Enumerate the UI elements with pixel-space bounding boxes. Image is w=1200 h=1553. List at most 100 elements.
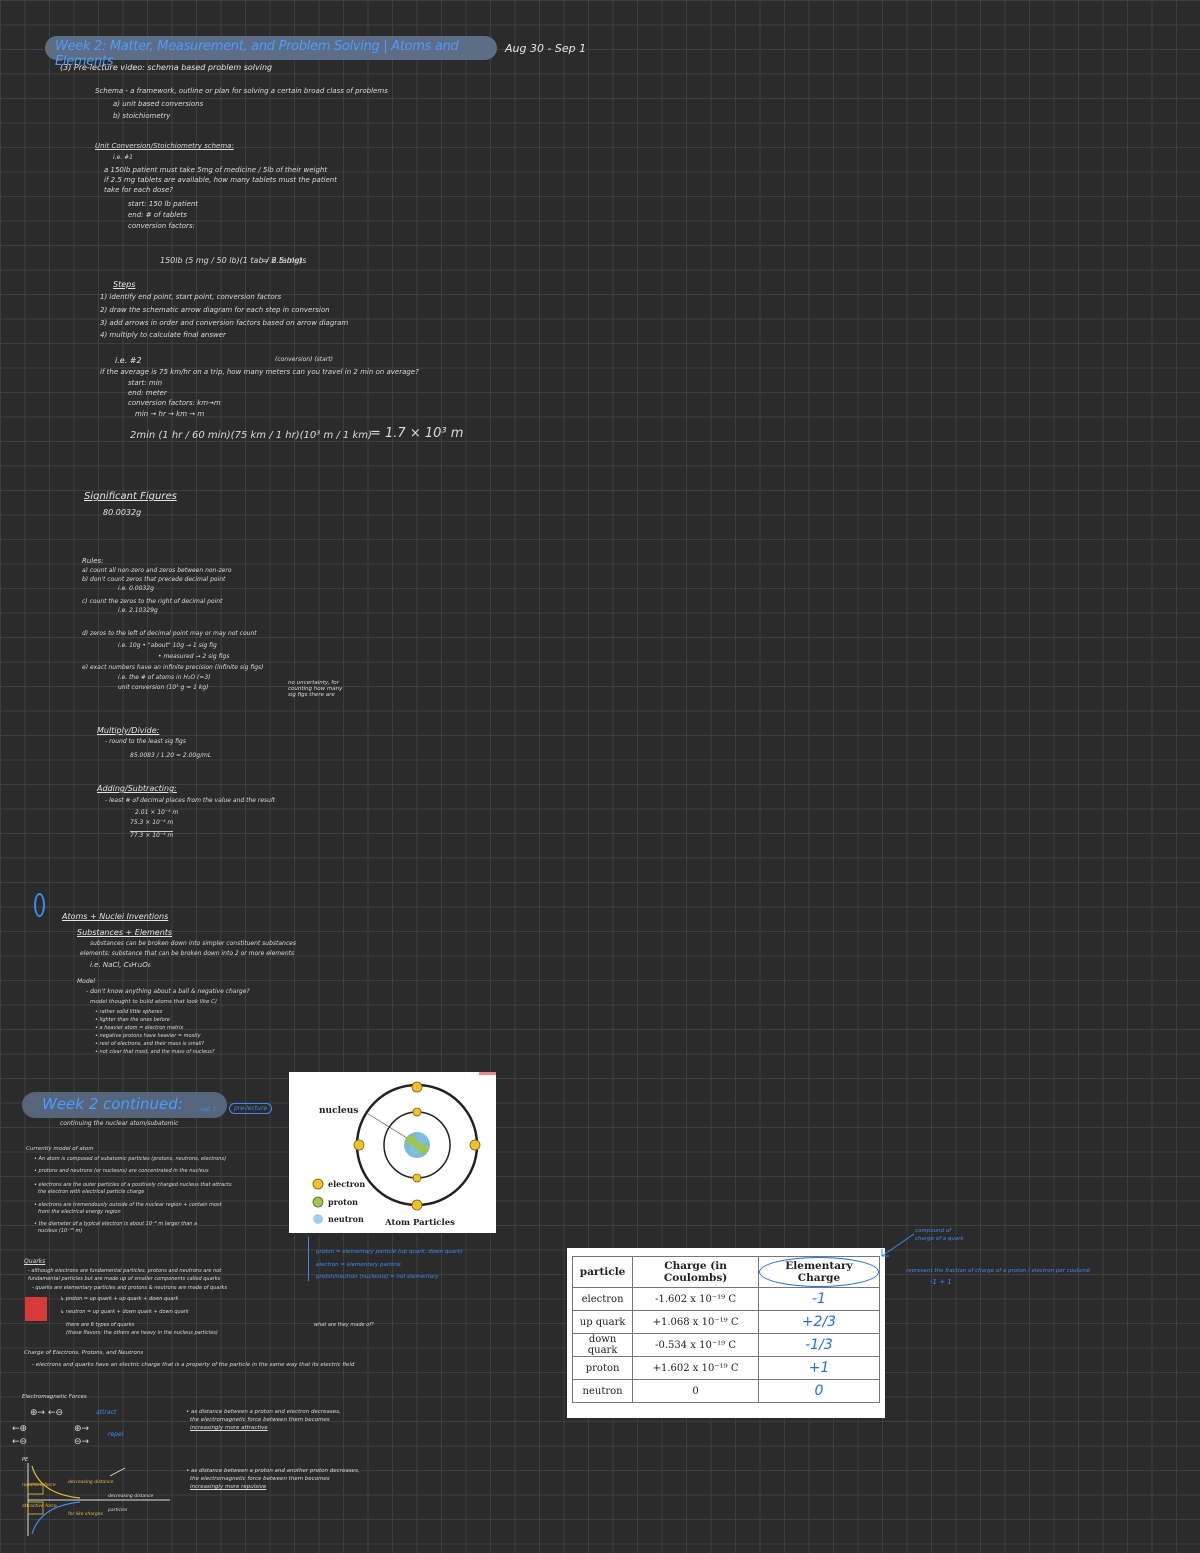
elem-note-1: proton = elementary particle (up quark, … [316, 1249, 463, 1255]
right-note-1: compound of [915, 1228, 952, 1234]
rule-b-ex: i.e. 0.0032g [118, 585, 154, 592]
ex1-q1: a 150lb patient must take 5mg of medicin… [104, 166, 328, 174]
add-rule: - least # of decimal places from the val… [105, 797, 275, 804]
ex2-label: i.e. #2 [115, 356, 142, 365]
graph-attractive: attractive force [22, 1504, 57, 1509]
cm-5: • the diameter of a typical electron is … [34, 1221, 198, 1227]
rule-c: c) count the zeros to the right of decim… [82, 598, 223, 605]
model-title: Model [77, 978, 96, 985]
quark-highlight [25, 1297, 47, 1321]
col-particle: particle [571, 1256, 634, 1288]
rule-b: b) don't count zeros that precede decima… [82, 576, 226, 583]
table-row: up quark +1.068 x 10⁻¹⁹ C +2/3 [571, 1310, 881, 1334]
charge-table: particle Charge (in Coulombs) Elementary… [571, 1256, 881, 1403]
ex1-label: i.e. #1 [113, 154, 133, 161]
cm-3b: the electron with electrical particle ch… [38, 1189, 145, 1195]
sigfigs-title: Significant Figures [84, 491, 177, 502]
ex2-chain: min → hr → km → m [135, 410, 205, 418]
rule-e-note: no uncertainty, for counting how many si… [288, 680, 343, 698]
cell-elementary: -1 [757, 1287, 881, 1311]
quarks-3: ↳ proton = up quark + up quark + down qu… [60, 1296, 179, 1302]
col-elementary-label: Elementary Charge [758, 1257, 879, 1287]
charge-table-panel: particle Charge (in Coulombs) Elementary… [567, 1248, 885, 1418]
cell-elementary: +1 [757, 1356, 881, 1380]
subs-2: elements: substance that can be broken d… [80, 950, 295, 957]
atom-diagram: nucleus electron proton neutron Atom Par… [289, 1072, 496, 1233]
ex1-q2: if 2.5 mg tablets are available, how man… [104, 176, 337, 184]
ex1-q3: take for each dose? [104, 186, 173, 194]
em-attract-icon: ⊕→ ←⊖ [30, 1408, 64, 1418]
subs-3: i.e. NaCl, C₆H₁₂O₆ [90, 961, 151, 969]
schema-def: Schema - a framework, outline or plan fo… [95, 87, 388, 95]
ex1-conv: conversion factors: [128, 222, 195, 230]
quarks-6: (these flavors: the others are heavy in … [66, 1330, 218, 1336]
sigfigs-rules: Rules: [82, 557, 104, 565]
label-nucleus: nucleus [319, 1106, 358, 1116]
week2-continued-banner: Week 2 continued: [22, 1092, 227, 1118]
cell-particle: neutron [571, 1379, 634, 1403]
cm-4b: from the electrical energy region [38, 1209, 121, 1215]
atom-caption: Atom Particles [384, 1218, 455, 1228]
cell-elementary: 0 [757, 1379, 881, 1403]
cm-2: • protons and neutrons (or nucleons) are… [34, 1168, 209, 1174]
col-charge: Charge (in Coulombs) [632, 1256, 759, 1288]
rule-a: a) count all non-zero and zeros between … [82, 567, 232, 574]
ex1-answer: = 6 tablets [262, 256, 307, 265]
cm-4: • electrons are tremendously outside of … [34, 1202, 222, 1208]
cell-charge: 0 [632, 1379, 759, 1403]
rule-e-ex1: i.e. the # of atoms in H₂O (=3) [118, 674, 211, 681]
force-2: • as distance between a proton and anoth… [186, 1468, 360, 1474]
quarks-4: ↳ neutron = up quark + down quark + down… [60, 1309, 189, 1315]
rule-d-ex1: i.e. 10g • "about" 10g → 1 sig fig [118, 642, 217, 649]
cm-1: • An atom is composed of subatomic parti… [34, 1156, 227, 1162]
mult-eq: 85.0083 / 1.20 = 2.00g/mL [130, 752, 212, 759]
right-note-2: charge of a quark [915, 1236, 964, 1242]
right-note-3: represent the fraction of charge of a pr… [906, 1268, 1091, 1274]
legend-proton: proton [328, 1197, 358, 1207]
header-date: Aug 30 - Sep 1 [505, 42, 587, 55]
unit-conv-title: Unit Conversion/Stoichiometry schema: [95, 142, 234, 150]
model-2: model thought to build atoms that look l… [90, 999, 217, 1005]
cell-particle: down quark [571, 1333, 634, 1357]
force-2c: increasingly more repulsive [190, 1484, 267, 1490]
mult-title: Multiply/Divide: [97, 726, 160, 735]
cm-3: • electrons are the outer particles of a… [34, 1182, 232, 1188]
subs-1: substances can be broken down into simpl… [90, 940, 296, 947]
charge-desc: - electrons and quarks have an electric … [32, 1362, 355, 1368]
schema-b: b) stoichiometry [113, 112, 171, 120]
table-row: neutron 0 0 [571, 1379, 881, 1403]
graph-dist-2: decreasing distance [108, 1494, 154, 1499]
charge-title: Charge of Electrons, Protons, and Neutro… [24, 1350, 144, 1356]
model-b1: • rather solid little spheres [95, 1009, 163, 1015]
quarks-1: - although electrons are fundamental par… [28, 1268, 222, 1274]
table-row: proton +1.602 x 10⁻¹⁹ C +1 [571, 1356, 881, 1380]
rule-d-ex2: • measured → 2 sig figs [158, 653, 230, 660]
quarks-note: what are they made of? [314, 1322, 374, 1328]
cell-charge: +1.068 x 10⁻¹⁹ C [632, 1310, 759, 1334]
step-4: 4) multiply to calculate final answer [100, 331, 226, 339]
model-1: - don't know anything about a ball & neg… [86, 988, 250, 995]
graph-repulsive: repulsive force [22, 1483, 56, 1488]
step-1: 1) identify end point, start point, conv… [100, 293, 282, 301]
em-attract: attract [96, 1409, 117, 1416]
model-b4: • negative protons have heavier = mostly [95, 1033, 201, 1039]
schema-a: a) unit based conversions [113, 100, 204, 108]
rule-d: d) zeros to the left of decimal point ma… [82, 630, 257, 637]
week2c-tag2: pre-lecture [229, 1103, 273, 1114]
sigfigs-example: 80.0032g [103, 508, 142, 517]
force-2b: the electromagnetic force between them b… [190, 1476, 330, 1482]
table-row: down quark -0.534 x 10⁻¹⁹ C -1/3 [571, 1333, 881, 1357]
steps-title: Steps [113, 280, 136, 289]
force-1b: the electromagnetic force between them b… [190, 1417, 330, 1423]
week2c-tag1: sep 1 [200, 1106, 217, 1113]
cell-particle: electron [571, 1287, 634, 1311]
em-title: Electromagnetic Forces [22, 1394, 87, 1400]
ex2-equation: 2min (1 hr / 60 min)(75 km / 1 hr)(10³ m… [130, 430, 372, 441]
ex2-end: end: meter [128, 389, 167, 397]
week2-header-banner: Week 2: Matter, Measurement, and Problem… [45, 36, 497, 69]
add-value-1: 2.01 × 10⁻⁴ m [135, 809, 179, 816]
add-value-2: 75.3 × 10⁻⁴ m [130, 819, 174, 826]
ex2-start: start: min [128, 379, 163, 387]
legend-electron: electron [328, 1179, 365, 1189]
right-note-4: -1 + 1 [930, 1278, 952, 1286]
